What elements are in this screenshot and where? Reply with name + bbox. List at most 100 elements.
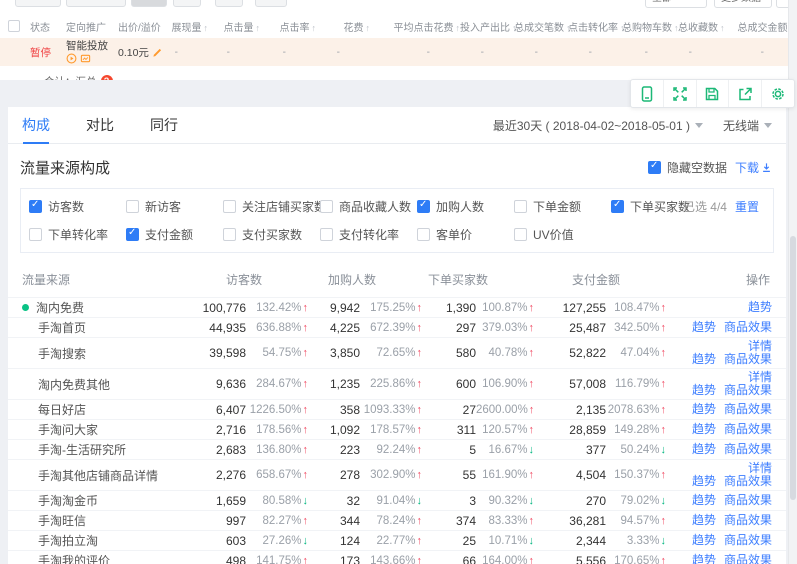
action-link[interactable]: 商品效果 bbox=[724, 513, 772, 527]
target-column-header[interactable]: 定向推广 bbox=[66, 19, 118, 34]
panel-tab[interactable]: 同行 bbox=[150, 107, 178, 144]
checkbox-icon[interactable] bbox=[223, 200, 236, 213]
action-link[interactable]: 商品效果 bbox=[724, 493, 772, 507]
download-link[interactable]: 下载 bbox=[735, 159, 772, 176]
metric-change: 108.47%↑ bbox=[606, 302, 666, 314]
ad-column-header[interactable]: 花费↑ bbox=[316, 19, 370, 34]
metric-checkbox-item[interactable]: 下单金额 bbox=[514, 198, 611, 215]
metric-checkbox-item[interactable]: 加购人数 bbox=[417, 198, 514, 215]
action-link[interactable]: 详情 bbox=[748, 461, 772, 475]
action-link[interactable]: 趋势 bbox=[692, 352, 716, 366]
action-link[interactable]: 趋势 bbox=[692, 474, 716, 488]
more-data-button[interactable]: 更多数据 bbox=[714, 0, 772, 8]
checkbox-icon[interactable] bbox=[320, 200, 333, 213]
panel-tab[interactable]: 对比 bbox=[86, 107, 114, 144]
help-icon[interactable]: ? bbox=[101, 75, 113, 80]
ad-campaign-row[interactable]: 暂停 智能投放 0.10元 ----------- bbox=[0, 38, 790, 66]
bid-column-header[interactable]: 出价/溢价 bbox=[118, 19, 168, 34]
metric-checkbox-item[interactable]: 支付金额 bbox=[126, 226, 223, 243]
toolbar-button[interactable]: 启动 bbox=[215, 0, 243, 7]
checkbox-checked-icon[interactable] bbox=[126, 228, 139, 241]
action-link[interactable]: 商品效果 bbox=[724, 352, 772, 366]
checkbox-icon[interactable] bbox=[223, 228, 236, 241]
metric-checkbox-item[interactable]: UV价值 bbox=[514, 226, 611, 243]
action-link[interactable]: 商品效果 bbox=[724, 383, 772, 397]
action-link[interactable]: 详情 bbox=[748, 339, 772, 353]
panel-tab[interactable]: 构成 bbox=[22, 107, 50, 144]
action-link[interactable]: 商品效果 bbox=[724, 320, 772, 334]
checkbox-icon[interactable] bbox=[29, 228, 42, 241]
checkbox-checked-icon[interactable] bbox=[648, 161, 661, 174]
column-header: 加购人数 bbox=[308, 271, 422, 288]
status-column-header[interactable]: 状态 bbox=[30, 19, 66, 34]
metric-value: 600 bbox=[422, 377, 476, 391]
checkbox-icon[interactable] bbox=[514, 200, 527, 213]
select-all-checkbox[interactable] bbox=[8, 20, 20, 32]
ad-column-header[interactable]: 平均点击花费↑ bbox=[370, 19, 460, 34]
ad-column-header[interactable]: 投入产出比↑ bbox=[460, 19, 514, 34]
ad-column-header[interactable]: 总收藏数↑ bbox=[678, 19, 722, 34]
action-link[interactable]: 趋势 bbox=[692, 383, 716, 397]
metric-change: 149.28%↑ bbox=[606, 424, 666, 436]
ad-column-header[interactable]: 总成交金额↑ bbox=[722, 19, 794, 34]
action-link[interactable]: 趋势 bbox=[692, 402, 716, 416]
edit-pencil-icon[interactable] bbox=[152, 47, 163, 58]
toolbar-cell[interactable] bbox=[631, 80, 664, 107]
action-link[interactable]: 趋势 bbox=[692, 533, 716, 547]
toolbar-button[interactable]: 暂停 bbox=[173, 0, 201, 7]
toolbar-cell[interactable] bbox=[729, 80, 762, 107]
action-link[interactable]: 商品效果 bbox=[724, 402, 772, 416]
ad-column-header[interactable]: 点击转化率↑ bbox=[568, 19, 622, 34]
toolbar-button[interactable]: 批量操作 bbox=[131, 0, 167, 7]
metric-checkbox-item[interactable]: 商品收藏人数 bbox=[320, 198, 417, 215]
ad-column-header[interactable]: 点击率↑ bbox=[260, 19, 316, 34]
action-link[interactable]: 趋势 bbox=[692, 553, 716, 564]
action-link[interactable]: 详情 bbox=[748, 370, 772, 384]
toolbar-button[interactable]: 删除 bbox=[255, 0, 287, 7]
action-link[interactable]: 商品效果 bbox=[724, 442, 772, 456]
scrollbar-thumb[interactable] bbox=[790, 236, 796, 500]
reset-link[interactable]: 重置 bbox=[735, 200, 759, 214]
date-range-selector[interactable]: 最近30天 ( 2018-04-02~2018-05-01 ) bbox=[493, 117, 703, 134]
action-link[interactable]: 商品效果 bbox=[724, 474, 772, 488]
ad-column-header[interactable]: 总购物车数↑ bbox=[622, 19, 678, 34]
action-link[interactable]: 趋势 bbox=[692, 320, 716, 334]
metric-checkbox-item[interactable]: 新访客 bbox=[126, 198, 223, 215]
action-link[interactable]: 商品效果 bbox=[724, 422, 772, 436]
ad-select[interactable]: 全部 bbox=[645, 0, 707, 8]
terminal-selector[interactable]: 无线端 bbox=[723, 117, 772, 134]
checkbox-checked-icon[interactable] bbox=[611, 200, 624, 213]
action-link[interactable]: 趋势 bbox=[692, 513, 716, 527]
traffic-source-name: 手淘其他店铺商品详情 bbox=[8, 467, 176, 484]
action-link[interactable]: 趋势 bbox=[692, 422, 716, 436]
ad-column-header[interactable]: 点击量↑ bbox=[208, 19, 260, 34]
toolbar-button[interactable]: 批量推广宝贝 bbox=[66, 0, 126, 7]
hide-empty-checkbox[interactable]: 隐藏空数据 bbox=[648, 159, 727, 176]
action-link[interactable]: 商品效果 bbox=[724, 553, 772, 564]
checkbox-checked-icon[interactable] bbox=[417, 200, 430, 213]
toolbar-button[interactable]: 新建计划 bbox=[15, 0, 61, 7]
checkbox-icon[interactable] bbox=[417, 228, 430, 241]
metric-checkbox-item[interactable]: 支付买家数 bbox=[223, 226, 320, 243]
action-link[interactable]: 趋势 bbox=[692, 442, 716, 456]
filter-condition-control[interactable]: 筛选条件 ↑ bbox=[563, 0, 625, 1]
action-link[interactable]: 趋势 bbox=[748, 300, 772, 314]
filter-label: 筛选条件 bbox=[577, 0, 617, 1]
ad-column-header[interactable]: 展现量↑ bbox=[168, 19, 208, 34]
metric-checkbox-item[interactable]: 客单价 bbox=[417, 226, 514, 243]
ad-column-header[interactable]: 总成交笔数↑ bbox=[514, 19, 568, 34]
checkbox-icon[interactable] bbox=[514, 228, 527, 241]
toolbar-cell[interactable] bbox=[697, 80, 730, 107]
checkbox-icon[interactable] bbox=[126, 200, 139, 213]
metric-checkbox-item[interactable]: 访客数 bbox=[29, 198, 126, 215]
metric-checkbox-item[interactable]: 支付转化率 bbox=[320, 226, 417, 243]
toolbar-cell[interactable] bbox=[762, 80, 794, 107]
toolbar-cell[interactable] bbox=[664, 80, 697, 107]
metric-checkbox-item[interactable]: 下单转化率 bbox=[29, 226, 126, 243]
checkbox-icon[interactable] bbox=[320, 228, 333, 241]
action-link[interactable]: 商品效果 bbox=[724, 533, 772, 547]
empty-value: - bbox=[370, 47, 460, 58]
action-link[interactable]: 趋势 bbox=[692, 493, 716, 507]
metric-checkbox-item[interactable]: 关注店铺买家数 bbox=[223, 198, 320, 215]
checkbox-checked-icon[interactable] bbox=[29, 200, 42, 213]
